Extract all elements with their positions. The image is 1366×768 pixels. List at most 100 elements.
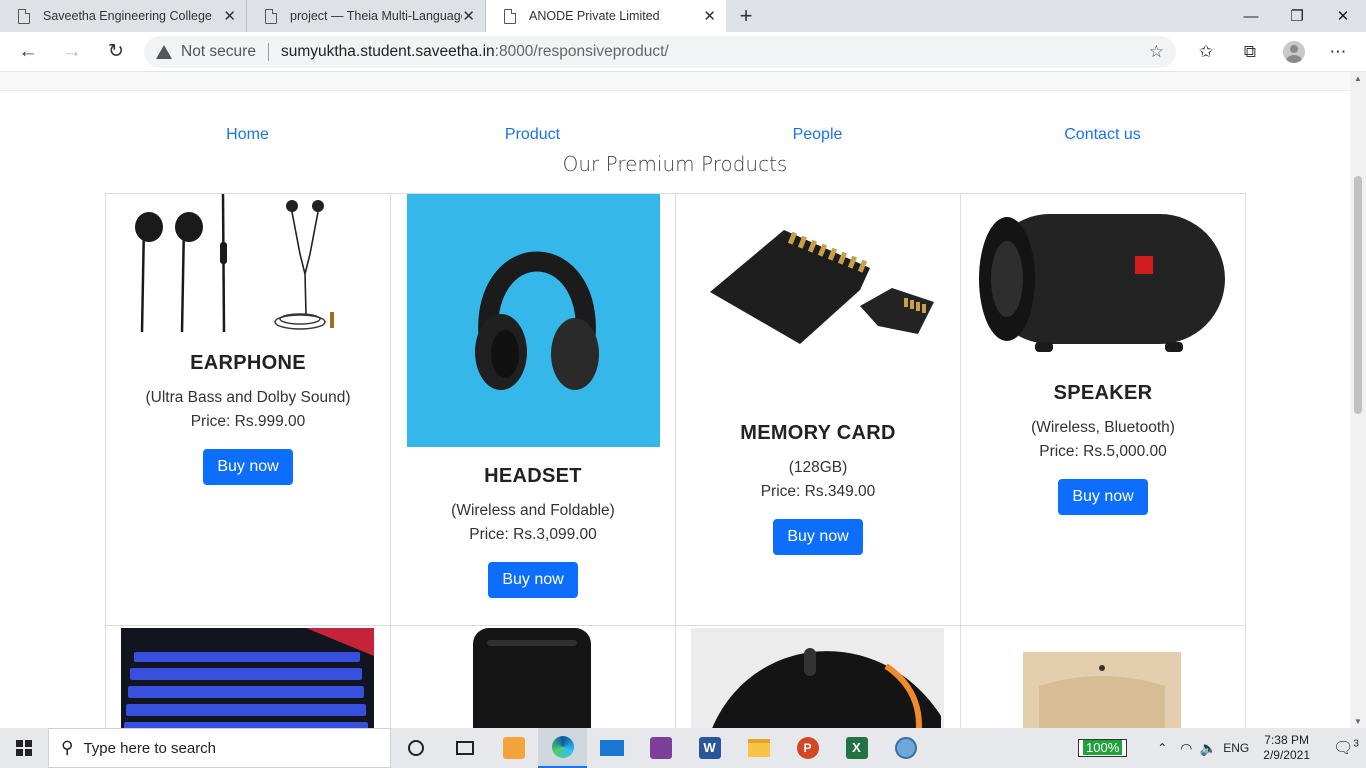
chevron-up-icon[interactable]: ⌃ (1149, 741, 1175, 755)
word-icon[interactable]: W (685, 728, 734, 768)
taskbar-search[interactable]: ⚲ Type here to search (48, 728, 391, 768)
powerpoint-icon[interactable]: P (783, 728, 832, 768)
clock-date: 2/9/2021 (1263, 748, 1310, 762)
page-viewport: Home Product People Contact us Our Premi… (0, 72, 1366, 728)
excel-icon[interactable]: X (832, 728, 881, 768)
window-controls: — ❐ ✕ (1228, 0, 1366, 32)
close-tab-icon[interactable]: ✕ (703, 7, 716, 25)
browser-toolbar: ✩ ⧉ ⋯ (1184, 32, 1366, 72)
product-name: MEMORY CARD (740, 422, 896, 444)
battery-indicator[interactable]: 100% (1078, 739, 1128, 757)
product-card-stand (960, 625, 1246, 728)
clock-time: 7:38 PM (1264, 733, 1309, 747)
more-menu-icon[interactable]: ⋯ (1316, 42, 1360, 62)
store-icon[interactable] (489, 728, 538, 768)
tab-anode[interactable]: ANODE Private Limited ✕ (486, 0, 726, 32)
wooden-stand-image (1023, 652, 1181, 728)
restore-button[interactable]: ❐ (1274, 0, 1320, 32)
volume-icon[interactable]: 🔈 (1197, 740, 1219, 757)
product-price: Price: Rs.999.00 (190, 413, 306, 430)
favorites-icon[interactable]: ✩ (1184, 42, 1228, 62)
refresh-button[interactable]: ↻ (94, 32, 138, 72)
product-card-earphone: EARPHONE (Ultra Bass and Dolby Sound) Pr… (105, 193, 391, 626)
edge-icon[interactable] (538, 728, 587, 768)
close-tab-icon[interactable]: ✕ (223, 7, 236, 25)
buy-now-button[interactable]: Buy now (203, 449, 293, 485)
product-card-headset: HEADSET (Wireless and Foldable) Price: R… (390, 193, 676, 626)
page-icon (265, 8, 277, 24)
nav-home[interactable]: Home (105, 126, 390, 144)
new-tab-button[interactable]: + (726, 0, 766, 32)
security-label: Not secure (181, 43, 256, 60)
browser-tab-bar: Saveetha Engineering College ✕ project —… (0, 0, 1366, 32)
wifi-icon[interactable]: ◠ (1175, 740, 1197, 757)
scroll-down-icon[interactable]: ▼ (1354, 717, 1362, 726)
collections-icon[interactable]: ⧉ (1228, 42, 1272, 62)
product-description: (Ultra Bass and Dolby Sound) (145, 389, 351, 406)
language-indicator[interactable]: ENG (1219, 741, 1253, 755)
earphone-image (122, 193, 375, 334)
windows-taskbar: ⚲ Type here to search W P X 100% ⌃ ◠ 🔈 E… (0, 728, 1366, 768)
product-price: Price: Rs.5,000.00 (1039, 443, 1167, 460)
notification-count: 3 (1353, 738, 1359, 750)
memory-card-image (692, 194, 945, 404)
avatar (1283, 41, 1305, 63)
product-card-router (390, 625, 676, 728)
tab-theia[interactable]: project — Theia Multi-Language ✕ (247, 0, 486, 32)
page-scrollbar[interactable]: ▲ ▼ (1350, 72, 1366, 728)
search-icon: ⚲ (61, 738, 74, 757)
url-host: sumyuktha.student.saveetha.in (280, 43, 495, 60)
app-icon[interactable] (881, 728, 930, 768)
headset-image (406, 194, 660, 447)
speaker-image (977, 194, 1230, 364)
divider (267, 43, 269, 61)
page-icon (504, 8, 516, 24)
buy-now-button[interactable]: Buy now (488, 562, 578, 598)
nav-people[interactable]: People (675, 126, 960, 144)
url-field[interactable]: Not secure sumyuktha.student.saveetha.in… (144, 36, 1176, 68)
forward-button[interactable]: → (50, 32, 94, 72)
buy-now-button[interactable]: Buy now (1058, 479, 1148, 515)
product-card-mouse (675, 625, 961, 728)
product-card-keyboard (105, 625, 391, 728)
product-description: (Wireless and Foldable) (451, 502, 615, 519)
add-favorite-icon[interactable]: ☆ (1149, 42, 1164, 62)
buy-now-button[interactable]: Buy now (773, 519, 863, 555)
product-card-speaker: SPEAKER (Wireless, Bluetooth) Price: Rs.… (960, 193, 1246, 626)
header-strip (0, 72, 1350, 91)
keyboard-image (121, 628, 374, 728)
file-explorer-icon[interactable] (734, 728, 783, 768)
site-nav: Home Product People Contact us (105, 126, 1245, 144)
mail-icon[interactable] (587, 728, 636, 768)
minimize-button[interactable]: — (1228, 0, 1274, 32)
close-window-button[interactable]: ✕ (1320, 0, 1366, 32)
nav-product[interactable]: Product (390, 126, 675, 144)
product-card-memory-card: MEMORY CARD (128GB) Price: Rs.349.00 Buy… (675, 193, 961, 626)
product-grid: EARPHONE (Ultra Bass and Dolby Sound) Pr… (105, 193, 1246, 728)
product-price: Price: Rs.349.00 (760, 483, 876, 500)
scroll-thumb[interactable] (1354, 176, 1362, 414)
tab-saveetha[interactable]: Saveetha Engineering College ✕ (0, 0, 247, 32)
address-bar: ← → ↻ Not secure sumyuktha.student.savee… (0, 32, 1366, 72)
notifications-icon[interactable]: 🗨3 (1326, 738, 1366, 758)
close-tab-icon[interactable]: ✕ (462, 7, 475, 25)
url-path: :8000/responsiveproduct/ (494, 43, 669, 60)
page-title: Our Premium Products (562, 152, 788, 176)
profile-button[interactable] (1272, 41, 1316, 63)
winrar-icon[interactable] (636, 728, 685, 768)
search-placeholder: Type here to search (83, 739, 217, 757)
warning-icon (156, 45, 172, 59)
router-image (473, 628, 591, 728)
scroll-up-icon[interactable]: ▲ (1354, 74, 1362, 83)
product-name: SPEAKER (1053, 382, 1153, 404)
nav-contact[interactable]: Contact us (960, 126, 1245, 144)
task-view-icon[interactable] (440, 728, 489, 768)
product-price: Price: Rs.3,099.00 (469, 526, 597, 543)
page-icon (18, 8, 30, 24)
clock[interactable]: 7:38 PM 2/9/2021 (1263, 733, 1310, 763)
back-button[interactable]: ← (6, 32, 50, 72)
system-tray: 100% ⌃ ◠ 🔈 ENG 7:38 PM 2/9/2021 🗨3 (1078, 728, 1366, 768)
start-button[interactable] (0, 728, 48, 768)
mouse-image (691, 628, 944, 728)
cortana-icon[interactable] (391, 728, 440, 768)
